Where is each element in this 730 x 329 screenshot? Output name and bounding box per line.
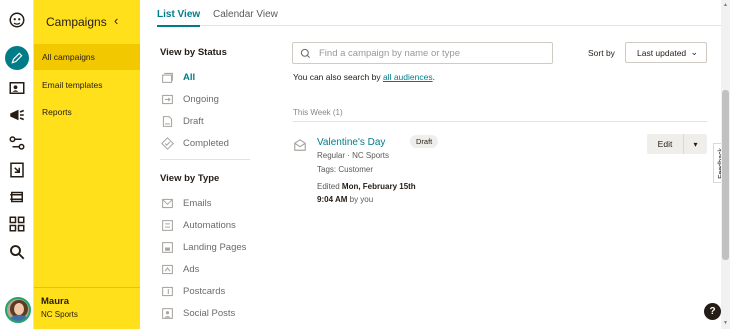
- all-icon: [160, 70, 174, 84]
- filter-label: Emails: [183, 197, 212, 209]
- audience-icon[interactable]: [5, 76, 29, 100]
- type-heading: View by Type: [160, 173, 220, 184]
- section-label: This Week (1): [293, 108, 343, 117]
- status-filter-draft[interactable]: Draft: [160, 113, 204, 129]
- status-badge: Draft: [410, 135, 439, 148]
- automations-icon[interactable]: [5, 131, 29, 155]
- campaign-meta: Regular · NC Sports: [317, 151, 390, 160]
- status-filter-ongoing[interactable]: Ongoing: [160, 91, 219, 107]
- user-account[interactable]: Maura NC Sports: [34, 287, 140, 329]
- section-divider: [293, 121, 707, 122]
- edit-split-button[interactable]: Edit ▾: [647, 134, 707, 154]
- nav-item-email-templates[interactable]: Email templates: [34, 72, 140, 98]
- campaign-name[interactable]: Valentine's Day: [317, 137, 385, 148]
- scroll-up-icon[interactable]: ▲: [723, 2, 728, 8]
- type-filter-automations[interactable]: Automations: [160, 217, 236, 233]
- campaigns-megaphone-icon[interactable]: [5, 103, 29, 127]
- filter-label: Postcards: [183, 285, 226, 297]
- all-audiences-link[interactable]: all audiences: [383, 72, 433, 82]
- campaign-row[interactable]: Valentine's Day Draft Regular · NC Sport…: [293, 134, 707, 214]
- tab-calendar-view[interactable]: Calendar View: [213, 9, 278, 20]
- avatar[interactable]: [5, 297, 31, 323]
- status-filter-completed[interactable]: Completed: [160, 135, 229, 151]
- search-hint: You can also search by all audiences.: [293, 72, 435, 82]
- draft-icon: [160, 114, 174, 128]
- freddie-logo-icon[interactable]: [5, 8, 29, 32]
- search-icon[interactable]: [5, 240, 29, 264]
- type-filter-emails[interactable]: Emails: [160, 195, 212, 211]
- main-content: List View Calendar View View by Status A…: [140, 0, 730, 329]
- filters-divider: [160, 159, 250, 160]
- ongoing-icon: [160, 92, 174, 106]
- tab-list-view[interactable]: List View: [157, 9, 201, 27]
- landing-page-icon: [160, 240, 174, 254]
- help-button[interactable]: ?: [704, 303, 721, 320]
- integrations-grid-icon[interactable]: [5, 212, 29, 236]
- search-input[interactable]: [319, 47, 539, 59]
- filter-label: Ongoing: [183, 93, 219, 105]
- user-org: NC Sports: [41, 310, 78, 319]
- email-icon: [160, 196, 174, 210]
- filter-label: All: [183, 71, 196, 83]
- type-filter-ads[interactable]: Ads: [160, 261, 199, 277]
- icon-rail: [0, 0, 34, 329]
- campaign-search[interactable]: [292, 42, 553, 64]
- filter-label: Automations: [183, 219, 236, 231]
- chevron-down-icon[interactable]: ▾: [684, 140, 707, 149]
- status-heading: View by Status: [160, 47, 227, 58]
- nav-item-all-campaigns[interactable]: All campaigns: [34, 44, 140, 70]
- social-post-icon: [160, 306, 174, 320]
- campaign-tags: Tags: Customer: [317, 165, 374, 174]
- nav-title: Campaigns: [46, 15, 107, 29]
- campaigns-nav: Campaigns ‹ All campaigns Email template…: [34, 0, 140, 329]
- chevron-down-icon: ⌄: [690, 47, 698, 57]
- scroll-thumb[interactable]: [722, 90, 729, 260]
- type-filter-social-posts[interactable]: Social Posts: [160, 305, 235, 321]
- postcard-icon: [160, 284, 174, 298]
- filter-label: Ads: [183, 263, 200, 275]
- sort-label: Sort by: [588, 48, 615, 58]
- ads-icon: [160, 262, 174, 276]
- chevron-left-icon[interactable]: ‹: [114, 13, 118, 28]
- scrollbar[interactable]: ▲ ▼: [721, 0, 730, 329]
- user-name: Maura: [41, 296, 69, 307]
- type-filter-postcards[interactable]: Postcards: [160, 283, 225, 299]
- pencil-create-icon[interactable]: [5, 46, 29, 70]
- nav-item-reports[interactable]: Reports: [34, 99, 140, 125]
- completed-icon: [160, 136, 174, 150]
- type-filter-landing-pages[interactable]: Landing Pages: [160, 239, 246, 255]
- filter-label: Landing Pages: [183, 241, 247, 253]
- email-campaign-icon: [293, 138, 307, 152]
- edit-button[interactable]: Edit: [647, 139, 683, 149]
- automation-icon: [160, 218, 174, 232]
- scroll-down-icon[interactable]: ▼: [723, 320, 728, 326]
- status-filter-all[interactable]: All: [160, 69, 195, 85]
- landing-pages-icon[interactable]: [5, 158, 29, 182]
- campaign-edited: Edited Mon, February 15th 9:04 AM by you: [317, 182, 416, 204]
- content-studio-icon[interactable]: [5, 185, 29, 209]
- sort-value: Last updated: [637, 47, 687, 58]
- filter-label: Social Posts: [183, 307, 236, 319]
- sort-dropdown[interactable]: Last updated ⌄: [625, 42, 707, 63]
- view-tabs: List View Calendar View: [157, 0, 721, 27]
- search-input-icon: [300, 48, 310, 58]
- filter-label: Completed: [183, 137, 229, 149]
- filter-label: Draft: [183, 115, 204, 127]
